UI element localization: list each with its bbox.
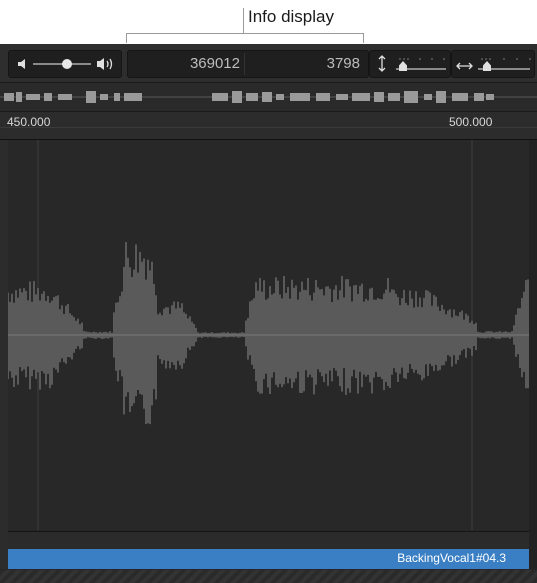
info-divider <box>244 53 245 75</box>
info-value-right: 3798 <box>326 55 360 72</box>
volume-control <box>8 50 122 78</box>
waveform-bottom-strip <box>8 531 529 549</box>
info-value-left: 369012 <box>189 55 240 72</box>
horizontal-zoom-ticks <box>481 58 531 60</box>
editor-toolbar: 369012 3798 <box>0 44 537 83</box>
horizontal-arrows-icon <box>456 58 473 76</box>
volume-slider-knob[interactable] <box>62 59 72 69</box>
vertical-zoom-control <box>369 50 451 78</box>
callout-bracket <box>126 33 364 43</box>
callout-leader-line <box>243 8 244 34</box>
vertical-zoom-ticks <box>399 58 445 60</box>
info-display: 369012 3798 <box>127 50 369 78</box>
left-gutter <box>0 140 8 569</box>
vertical-zoom-knob[interactable] <box>399 61 407 71</box>
region-bar[interactable]: BackingVocal1#04.3 <box>8 549 529 569</box>
waveform <box>8 140 529 530</box>
overview-waveform <box>0 91 537 103</box>
empty-hatched-area <box>0 570 537 583</box>
ruler-subbar <box>0 127 537 140</box>
audio-editor: 369012 3798 450.000 500.000 BackingVocal… <box>0 44 537 583</box>
vertical-arrows-icon <box>377 55 387 77</box>
callout-info-display-label: Info display <box>248 7 334 26</box>
waveform-overview[interactable] <box>0 83 537 112</box>
horizontal-zoom-knob[interactable] <box>483 61 491 71</box>
right-scroll-gutter <box>529 140 537 569</box>
region-name: BackingVocal1#04.3 <box>397 551 506 565</box>
waveform-view[interactable] <box>8 140 529 530</box>
time-ruler[interactable]: 450.000 500.000 <box>0 112 537 140</box>
speaker-high-icon <box>96 56 116 77</box>
horizontal-zoom-control <box>451 50 535 78</box>
speaker-low-icon <box>17 57 29 76</box>
